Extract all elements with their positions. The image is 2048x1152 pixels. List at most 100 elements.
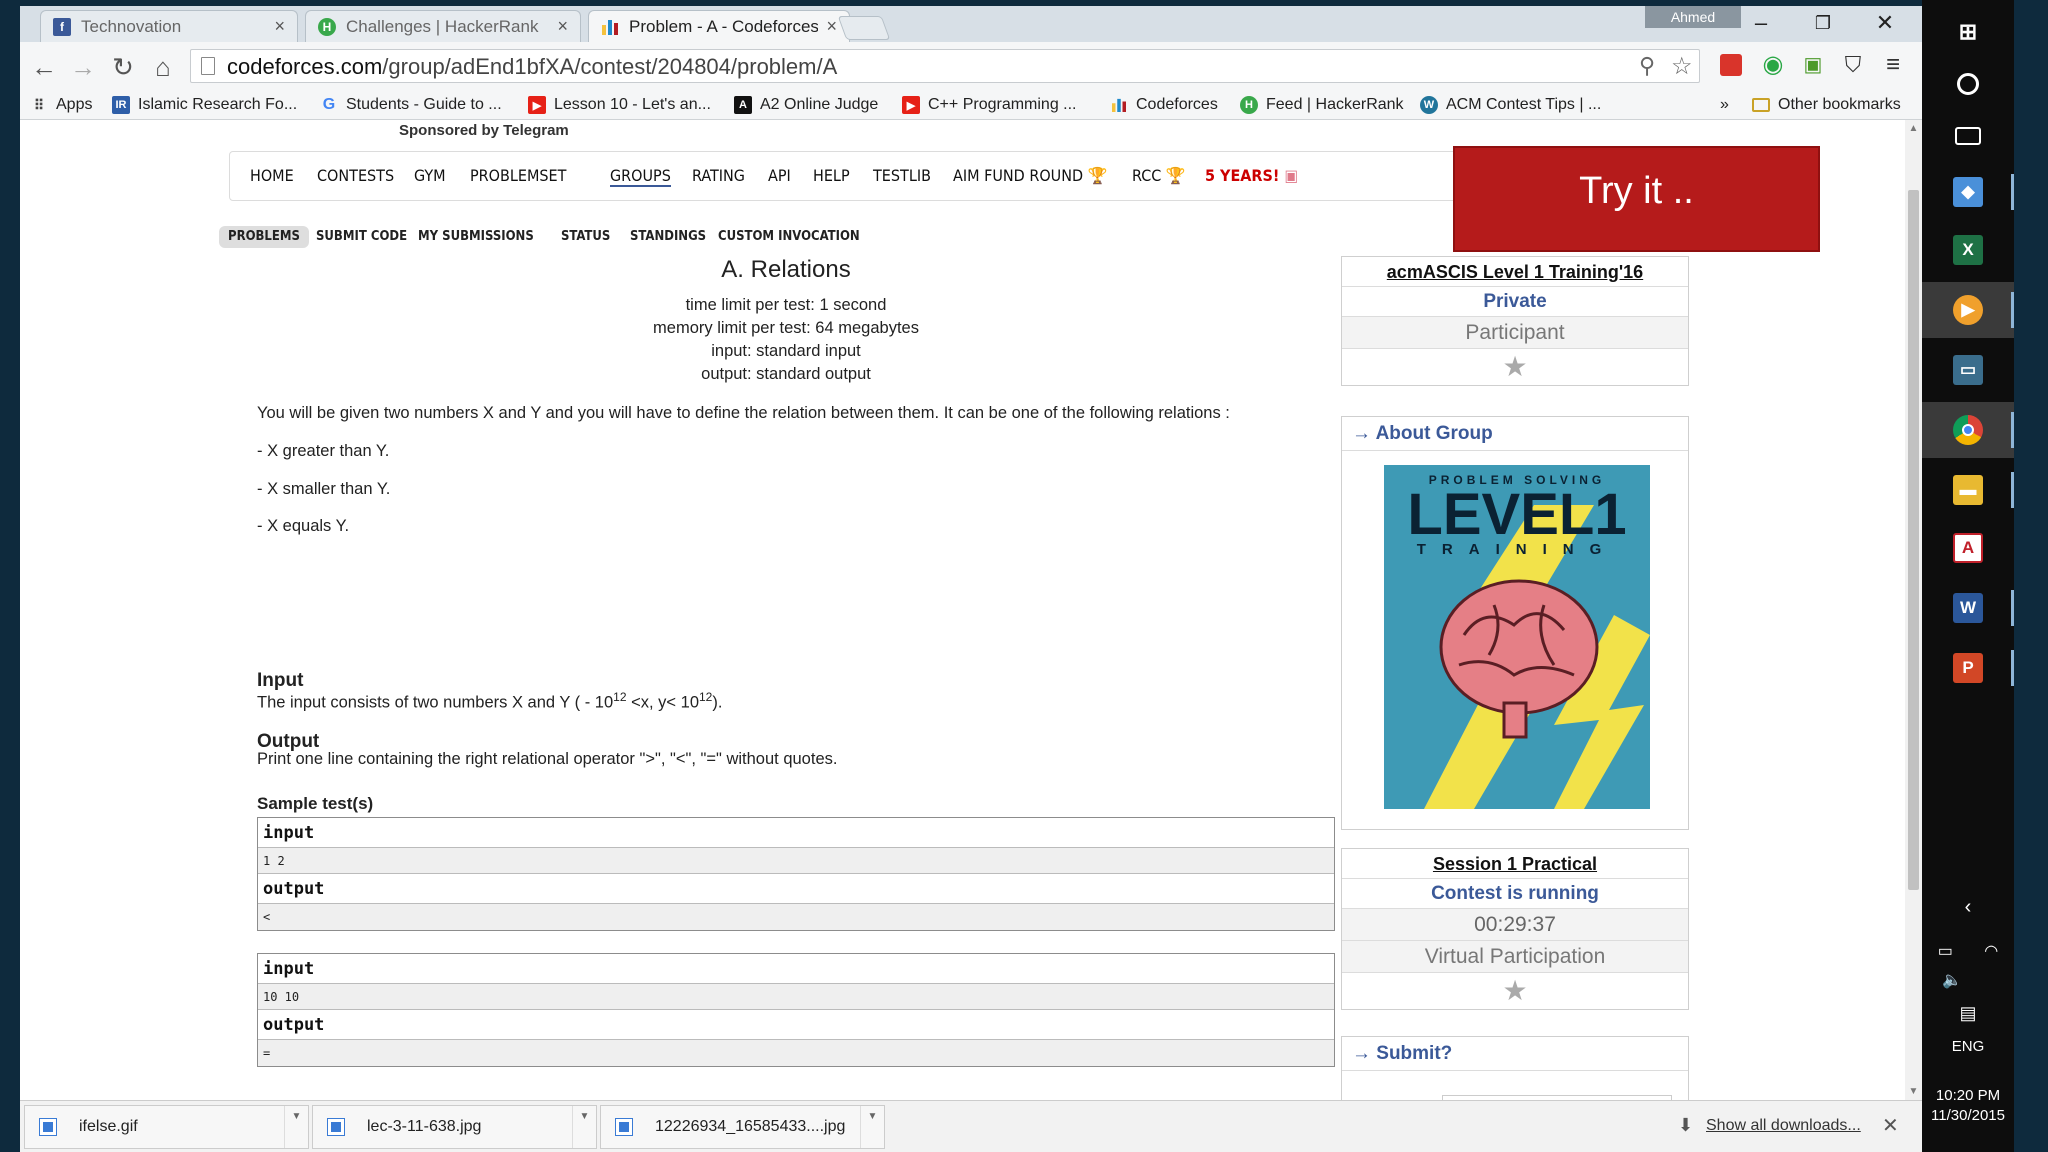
- subnav-status[interactable]: Status: [552, 226, 619, 248]
- tab-technovation[interactable]: f Technovation ×: [40, 10, 298, 42]
- new-tab-button[interactable]: [837, 16, 891, 40]
- chevron-down-icon[interactable]: ▼: [572, 1106, 596, 1148]
- cortana-button[interactable]: [1922, 56, 2014, 112]
- volume-button[interactable]: 🔈: [1922, 966, 2014, 994]
- subnav-submit-code[interactable]: Submit Code: [307, 226, 416, 248]
- menu-item-aim-fund-round[interactable]: AIM Fund Round 🏆: [953, 166, 1108, 185]
- taskbar-app-chrome[interactable]: [1922, 402, 2014, 458]
- system-clock[interactable]: 10:20 PM 11/30/2015: [1922, 1086, 2014, 1126]
- bookmark-islamic-research[interactable]: IR Islamic Research Fo...: [112, 92, 297, 118]
- bookmark-lesson-10[interactable]: ▶ Lesson 10 - Let's an...: [528, 92, 711, 118]
- forward-arrow-icon[interactable]: →: [66, 50, 100, 84]
- download-item[interactable]: 12226934_16585433....jpg ▼: [600, 1105, 885, 1149]
- menu-item-rating[interactable]: Rating: [692, 166, 745, 185]
- scroll-up-icon[interactable]: ▲: [1905, 120, 1922, 137]
- group-name-link[interactable]: acmASCIS Level 1 Training'16: [1342, 257, 1688, 287]
- chevron-down-icon[interactable]: ▼: [284, 1106, 308, 1148]
- chevron-down-icon[interactable]: ▼: [860, 1106, 884, 1148]
- taskbar-app-excel[interactable]: X: [1922, 222, 2014, 278]
- tab-hackerrank[interactable]: H Challenges | HackerRank ×: [305, 10, 581, 42]
- menu-item-5-years[interactable]: 5 YEARS! ▣: [1205, 166, 1298, 185]
- extension-red-icon[interactable]: [1720, 54, 1742, 76]
- menu-label: RCC: [1132, 166, 1162, 185]
- taskbar-app-word[interactable]: W: [1922, 580, 2014, 636]
- taskbar-app-explorer[interactable]: ▬: [1922, 462, 2014, 518]
- extension-green-icon[interactable]: ◉: [1760, 52, 1786, 78]
- close-window-button[interactable]: ✕: [1854, 6, 1916, 40]
- star-icon[interactable]: ★: [1342, 973, 1688, 1009]
- input-spec-part: The input consists of two numbers X and …: [257, 693, 614, 712]
- submit-title[interactable]: → Submit?: [1342, 1037, 1688, 1071]
- taskbar-app-recorder[interactable]: ▶: [1922, 282, 2014, 338]
- extension-clip-icon[interactable]: ▣: [1800, 52, 1826, 78]
- url-text[interactable]: codeforces.com/group/adEnd1bfXA/contest/…: [227, 54, 837, 80]
- subnav-problems[interactable]: Problems: [219, 226, 309, 248]
- menu-item-problemset[interactable]: Problemset: [470, 166, 566, 185]
- menu-item-home[interactable]: Home: [250, 166, 294, 185]
- show-all-downloads-link[interactable]: Show all downloads...: [1706, 1117, 1861, 1135]
- subnav-my-submissions[interactable]: My Submissions: [409, 226, 543, 248]
- menu-item-testlib[interactable]: TESTLIB: [873, 166, 931, 185]
- bookmark-star-icon[interactable]: ☆: [1671, 52, 1693, 81]
- pocket-icon[interactable]: ⛉: [1840, 52, 1866, 78]
- reload-icon[interactable]: ↻: [106, 50, 140, 84]
- home-icon[interactable]: ⌂: [146, 50, 180, 84]
- bookmark-students-guide[interactable]: G Students - Guide to ...: [320, 92, 502, 118]
- task-view-button[interactable]: [1922, 108, 2014, 164]
- wordpress-icon: W: [1420, 96, 1438, 114]
- tray-expand-button[interactable]: ‹: [1922, 890, 2014, 924]
- menu-item-help[interactable]: Help: [813, 166, 850, 185]
- virtual-participation-link[interactable]: Virtual Participation: [1342, 941, 1688, 973]
- excel-icon: X: [1953, 235, 1983, 265]
- other-bookmarks[interactable]: Other bookmarks: [1752, 92, 1901, 118]
- wifi-icon[interactable]: ◠: [1984, 941, 1998, 961]
- battery-icon[interactable]: ▭: [1938, 941, 1953, 961]
- profile-button[interactable]: Ahmed: [1645, 6, 1741, 28]
- bookmark-apps[interactable]: ⠿ Apps: [30, 92, 93, 118]
- close-icon[interactable]: ✕: [1882, 1113, 1899, 1138]
- back-arrow-icon[interactable]: ←: [27, 50, 61, 84]
- menu-item-groups[interactable]: Groups: [610, 166, 671, 187]
- taskbar-app-3d[interactable]: ◆: [1922, 164, 2014, 220]
- input-language[interactable]: ENG: [1922, 1038, 2014, 1055]
- about-group-title[interactable]: → About Group: [1342, 417, 1688, 451]
- bookmark-a2-online-judge[interactable]: A A2 Online Judge: [734, 92, 878, 118]
- taskbar-app-powerpoint[interactable]: P: [1922, 640, 2014, 696]
- youtube-icon: ▶: [528, 96, 546, 114]
- menu-item-api[interactable]: API: [768, 166, 791, 185]
- submit-box: → Submit?: [1341, 1036, 1689, 1100]
- subnav-custom-invocation[interactable]: Custom Invocation: [709, 226, 869, 248]
- menu-item-rcc[interactable]: RCC 🏆: [1132, 166, 1186, 185]
- download-item[interactable]: lec-3-11-638.jpg ▼: [312, 1105, 597, 1149]
- close-icon[interactable]: ×: [557, 16, 568, 37]
- menu-icon[interactable]: ≡: [1880, 52, 1906, 78]
- time-limit: time limit per test: 1 second: [685, 296, 887, 314]
- menu-item-contests[interactable]: Contests: [317, 166, 394, 185]
- download-item[interactable]: ifelse.gif ▼: [24, 1105, 309, 1149]
- start-button[interactable]: ⊞: [1922, 4, 2014, 60]
- menu-item-gym[interactable]: Gym: [414, 166, 446, 185]
- page-scrollbar[interactable]: ▲ ▼: [1905, 120, 1922, 1100]
- scroll-thumb[interactable]: [1908, 190, 1919, 890]
- bookmark-acm-contest-tips[interactable]: W ACM Contest Tips | ...: [1420, 92, 1601, 118]
- input-spec: The input consists of two numbers X and …: [257, 690, 722, 713]
- close-icon[interactable]: ×: [274, 16, 285, 37]
- star-icon[interactable]: ★: [1342, 349, 1688, 385]
- session-name-link[interactable]: Session 1 Practical: [1342, 849, 1688, 879]
- tab-codeforces[interactable]: Problem - A - Codeforces ×: [588, 10, 850, 42]
- bookmark-codeforces[interactable]: Codeforces: [1110, 92, 1218, 118]
- taskbar-app-acrobat[interactable]: A: [1922, 520, 2014, 576]
- zoom-icon[interactable]: ⚲: [1639, 53, 1655, 79]
- bookmark-feed-hackerrank[interactable]: H Feed | HackerRank: [1240, 92, 1404, 118]
- address-bar[interactable]: codeforces.com/group/adEnd1bfXA/contest/…: [190, 49, 1700, 83]
- close-icon[interactable]: ×: [826, 16, 837, 37]
- subnav-standings[interactable]: Standings: [621, 226, 715, 248]
- restore-button[interactable]: ❐: [1792, 6, 1854, 40]
- scroll-down-icon[interactable]: ▼: [1905, 1083, 1922, 1100]
- bookmark-cpp-programming[interactable]: ▶ C++ Programming ...: [902, 92, 1077, 118]
- minimize-button[interactable]: –: [1730, 6, 1792, 40]
- bookmarks-overflow-button[interactable]: »: [1720, 92, 1729, 118]
- taskbar-app-monitor[interactable]: ▭: [1922, 342, 2014, 398]
- memory-limit: memory limit per test: 64 megabytes: [653, 319, 919, 337]
- action-center-button[interactable]: ▤: [1922, 998, 2014, 1028]
